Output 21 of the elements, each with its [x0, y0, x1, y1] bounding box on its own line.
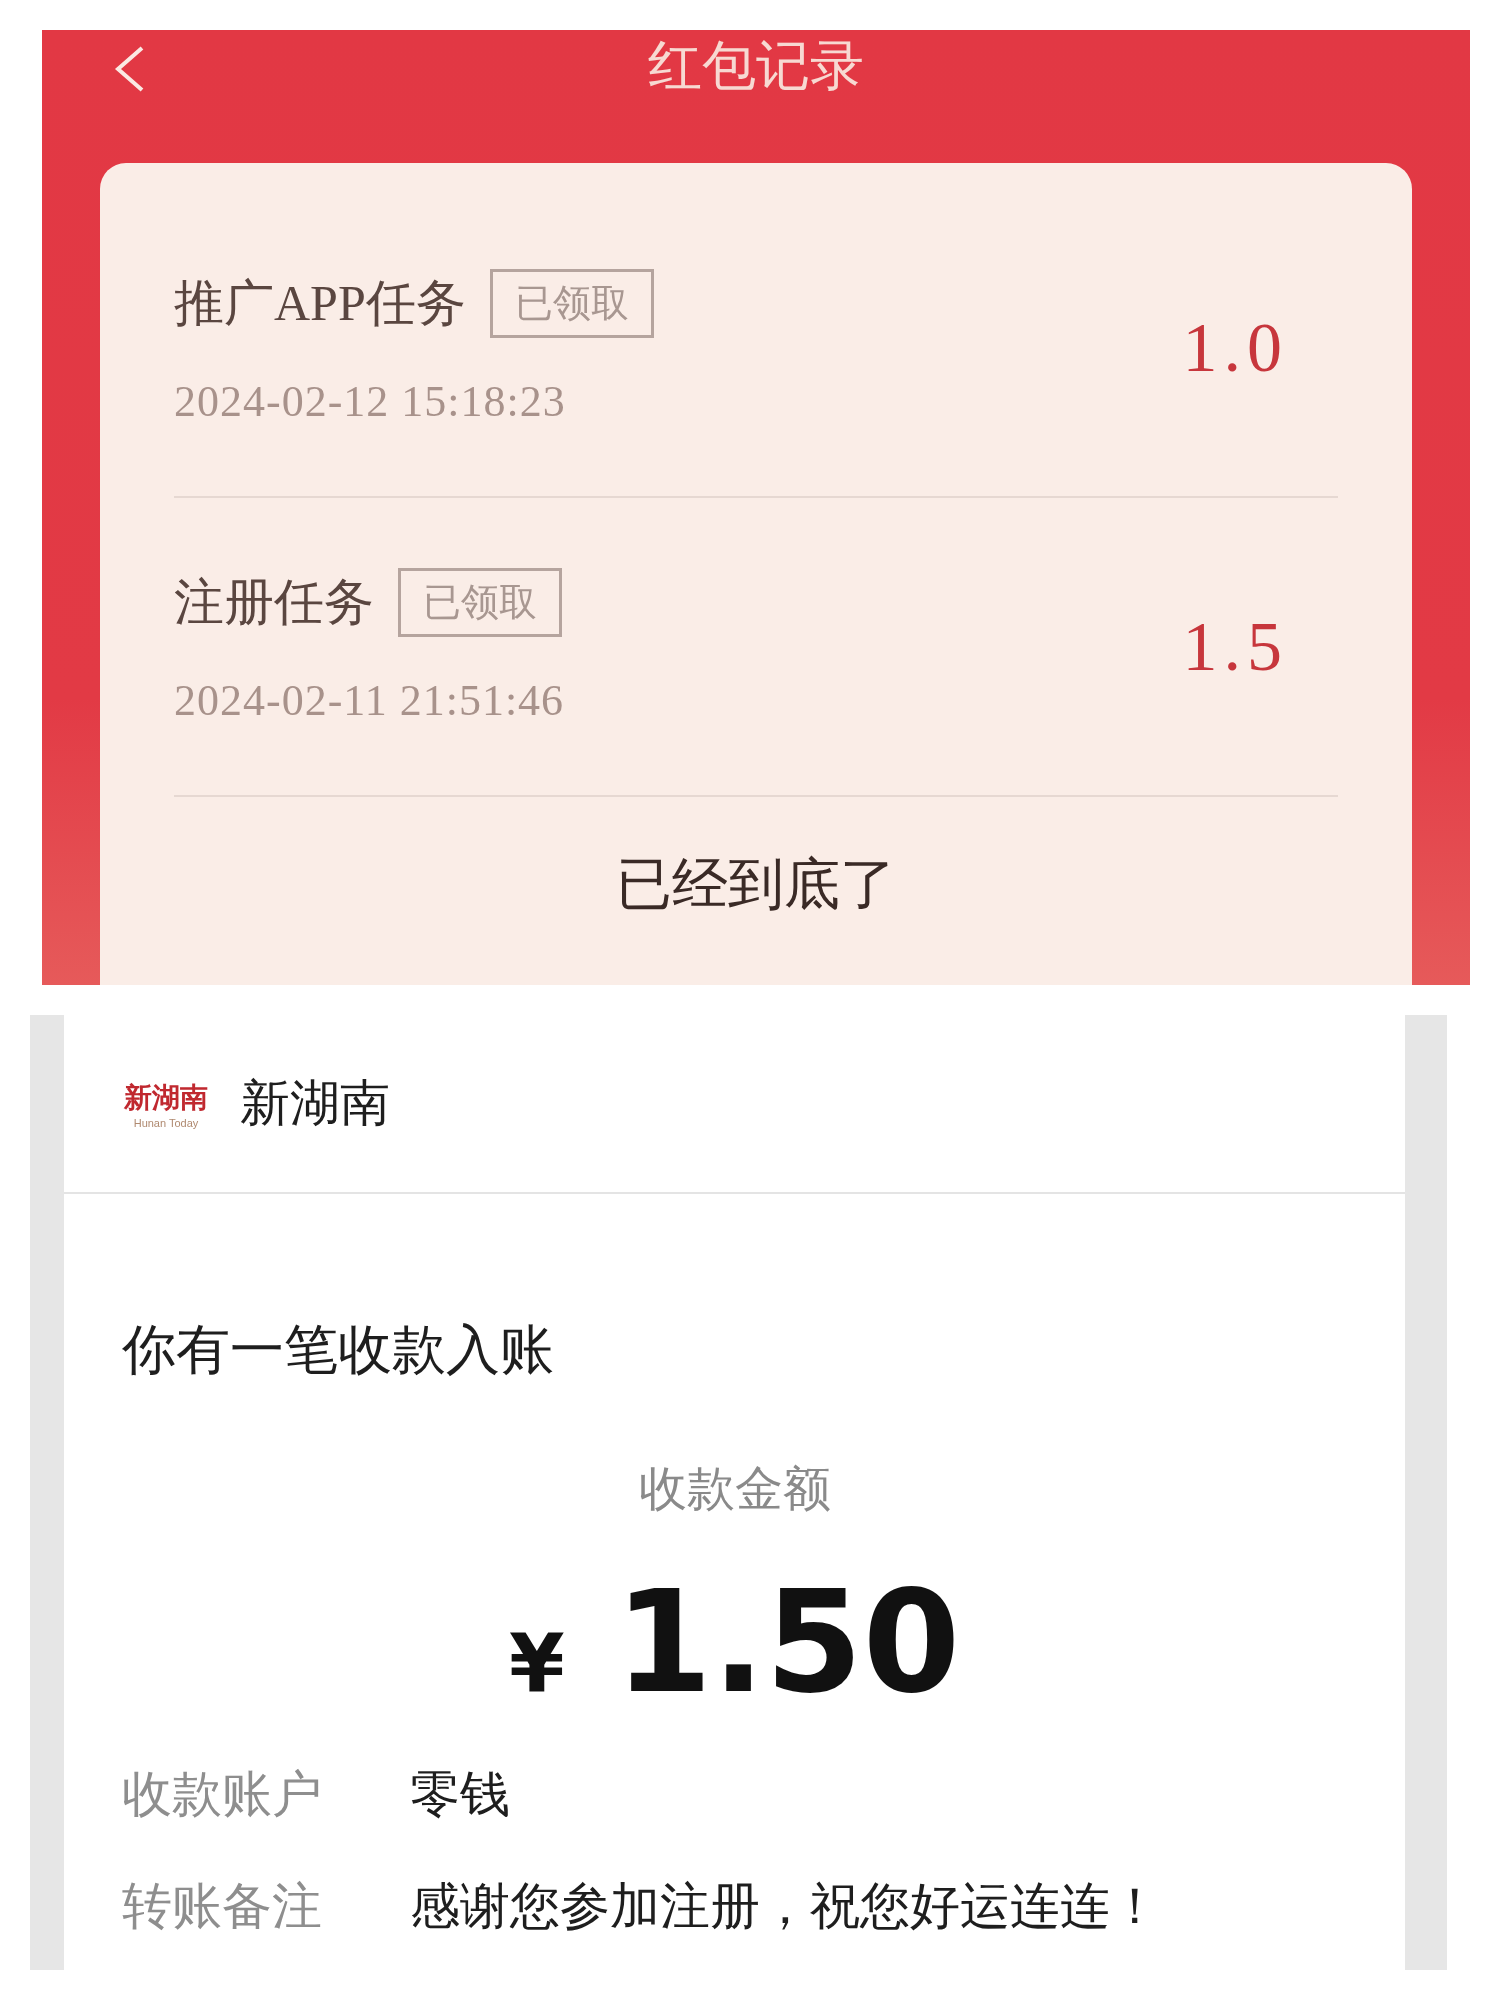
sender-name: 新湖南: [240, 1073, 390, 1134]
logo-text: 新湖南: [123, 1080, 209, 1115]
record-amount: 1.5: [1182, 606, 1288, 687]
detail-value: 感谢您参加注册，祝您好运连连！: [410, 1875, 1160, 1937]
amount-label: 收款金额: [637, 1459, 832, 1518]
status-tag: 已领取: [398, 567, 562, 637]
payment-amount: 1.50: [614, 1561, 961, 1724]
end-note: 已经到底了: [615, 852, 897, 917]
detail-value: 零钱: [410, 1763, 510, 1825]
detail-label: 收款账户: [122, 1763, 323, 1825]
record-amount: 1.0: [1182, 307, 1288, 388]
status-tag: 已领取: [489, 268, 654, 338]
detail-label: 转账备注: [122, 1875, 323, 1937]
currency-symbol: ¥: [508, 1617, 565, 1710]
record-time: 2024-02-11 21:51:46: [174, 674, 565, 726]
task-name: 推广APP任务: [174, 273, 466, 333]
task-name: 注册任务: [174, 572, 374, 632]
notice-headline: 你有一笔收款入账: [122, 1317, 555, 1383]
screen-title: 红包记录: [647, 36, 865, 96]
logo-subtext: Hunan Today: [133, 1116, 199, 1129]
record-time: 2024-02-12 15:18:23: [174, 375, 567, 427]
